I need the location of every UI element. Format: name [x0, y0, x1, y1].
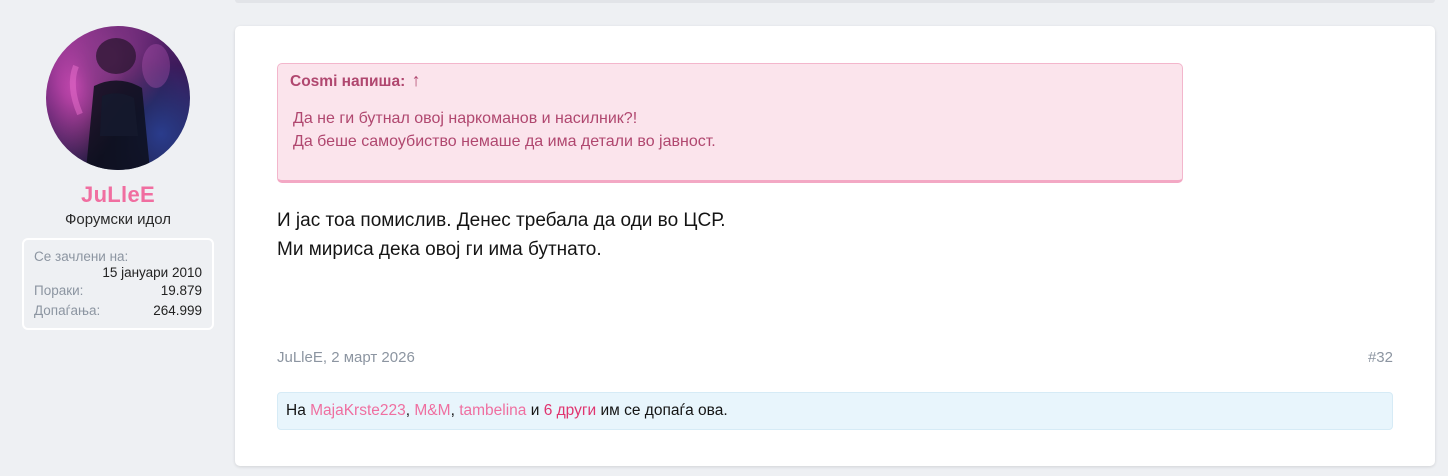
post-number-link[interactable]: #32 — [1368, 349, 1393, 366]
jump-to-quote-icon[interactable]: ↑ — [412, 70, 421, 90]
quote-author[interactable]: Cosmi напиша: — [290, 73, 405, 90]
like-user-link[interactable]: tambelina — [459, 402, 526, 420]
message-line: И јас тоа помислив. Денес требала да оди… — [277, 210, 726, 231]
username[interactable]: JuLleE — [81, 182, 155, 208]
like-user-link[interactable]: MajaKrste223 — [310, 402, 406, 420]
quote-line: Да не ги бутнал овој наркоманов и насилн… — [293, 110, 638, 127]
user-stats-box: Се зачлени на: 15 јануари 2010 Пораки: 1… — [22, 238, 214, 330]
post-message: И јас тоа помислив. Денес требала да оди… — [277, 206, 726, 264]
quote-line: Да беше самоубиство немаше да има детали… — [293, 133, 716, 150]
likes-value: 264.999 — [153, 303, 202, 318]
post-card: Cosmi напиша: ↑ Да не ги бутнал овој нар… — [235, 26, 1435, 466]
user-avatar[interactable] — [46, 26, 190, 170]
likes-others-link[interactable]: 6 други — [544, 402, 596, 420]
likes-conjunction: и — [526, 402, 544, 419]
post-author-date[interactable]: JuLleE, 2 март 2026 — [277, 349, 415, 366]
likes-stat: Допаѓања: 264.999 — [34, 301, 202, 321]
joined-label: Се зачлени на: — [34, 249, 129, 264]
joined-value: 15 јануари 2010 — [102, 265, 202, 280]
likes-bar: На MajaKrste223, M&M, tambelina и 6 друг… — [277, 392, 1393, 430]
quote-content: Да не ги бутнал овој наркоманов и насилн… — [290, 107, 1170, 153]
likes-label: Допаѓања: — [34, 303, 101, 318]
likes-suffix: им се допаѓа ова. — [596, 402, 728, 419]
likes-separator: , — [405, 402, 415, 419]
posts-label: Пораки: — [34, 283, 84, 298]
posts-stat: Пораки: 19.879 — [34, 281, 202, 301]
message-line: Ми мириса дека овој ги има бутнато. — [277, 239, 602, 260]
posts-value: 19.879 — [160, 283, 202, 298]
quote-block: Cosmi напиша: ↑ Да не ги бутнал овој нар… — [277, 63, 1183, 183]
post-user-info: JuLleE Форумски идол Се зачлени на: 15 ј… — [22, 26, 214, 330]
previous-post-edge — [235, 0, 1435, 3]
avatar-photo-icon — [69, 38, 170, 170]
user-title: Форумски идол — [64, 211, 172, 228]
quote-header[interactable]: Cosmi напиша: ↑ — [290, 70, 1170, 92]
likes-separator: , — [450, 402, 460, 419]
likes-prefix: На — [286, 402, 311, 419]
like-user-link[interactable]: M&M — [414, 402, 450, 420]
